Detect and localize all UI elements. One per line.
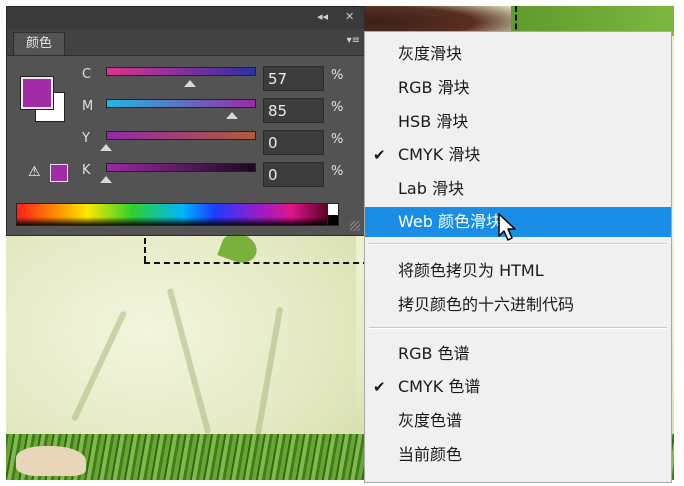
slider-thumb-magenta[interactable] <box>225 112 238 119</box>
tab-color[interactable]: 颜色 <box>13 32 65 55</box>
menu-item-rgb-slider[interactable]: RGB 滑块 <box>365 73 671 103</box>
slider-cyan[interactable] <box>106 67 256 76</box>
value-field-yellow[interactable]: 0 <box>263 130 324 155</box>
channel-label-y: Y <box>82 131 90 146</box>
menu-separator <box>369 243 667 245</box>
menu-item-label: CMYK 滑块 <box>398 145 481 164</box>
menu-item-label: RGB 滑块 <box>398 78 470 97</box>
menu-item-rgb-spectrum[interactable]: RGB 色谱 <box>365 339 671 369</box>
mouse-cursor-icon <box>498 213 516 241</box>
slider-black[interactable] <box>106 163 256 172</box>
percent-label: % <box>331 164 344 179</box>
menu-item-label: 将颜色拷贝为 HTML <box>398 261 544 280</box>
menu-item-label: RGB 色谱 <box>398 344 470 363</box>
photo-foot <box>16 446 86 476</box>
percent-label: % <box>331 132 344 147</box>
black-white-swatch[interactable] <box>327 203 339 226</box>
channel-label-m: M <box>82 99 94 114</box>
menu-item-label: Lab 滑块 <box>398 179 464 198</box>
menu-item-label: Web 颜色滑块 <box>398 212 502 231</box>
slider-magenta[interactable] <box>106 99 256 108</box>
white-swatch[interactable] <box>328 204 338 215</box>
collapse-panel-button[interactable]: ◂◂ <box>317 10 328 24</box>
menu-separator <box>369 327 667 329</box>
menu-item-cmyk-slider[interactable]: ✔ CMYK 滑块 <box>365 140 671 170</box>
menu-item-label: 拷贝颜色的十六进制代码 <box>398 295 575 314</box>
slider-yellow[interactable] <box>106 131 256 140</box>
panel-title-bar[interactable]: ◂◂ ✕ <box>7 7 364 29</box>
slider-thumb-black[interactable] <box>100 176 112 183</box>
color-spectrum-ramp[interactable] <box>16 203 337 226</box>
menu-item-grayscale-slider[interactable]: 灰度滑块 <box>365 39 671 69</box>
selection-marquee <box>144 238 146 262</box>
resize-grip-icon[interactable] <box>350 221 360 231</box>
foreground-color-swatch[interactable] <box>21 77 53 109</box>
channel-label-k: K <box>82 163 91 178</box>
slider-thumb-cyan[interactable] <box>184 80 197 87</box>
spectrum-shade <box>17 217 336 225</box>
gamut-color-swatch[interactable] <box>50 164 68 182</box>
channel-label-c: C <box>82 67 92 82</box>
value-field-magenta[interactable]: 85 <box>263 98 324 123</box>
value-field-cyan[interactable]: 57 <box>263 66 324 91</box>
menu-item-current-colors[interactable]: 当前颜色 <box>365 440 671 470</box>
panel-flyout-menu: 灰度滑块 RGB 滑块 HSB 滑块 ✔ CMYK 滑块 Lab 滑块 Web … <box>364 31 672 483</box>
menu-item-label: CMYK 色谱 <box>398 377 481 396</box>
check-icon: ✔ <box>373 378 386 396</box>
close-panel-button[interactable]: ✕ <box>345 10 354 24</box>
percent-label: % <box>331 100 344 115</box>
gamut-warning-icon[interactable]: ⚠ <box>28 164 44 180</box>
menu-item-grayscale-ramp[interactable]: 灰度色谱 <box>365 406 671 436</box>
selection-marquee <box>144 262 369 264</box>
percent-label: % <box>331 68 344 83</box>
color-panel: ◂◂ ✕ 颜色 ▾≡ C 57 % M 85 % Y 0 % K 0 % ⚠ <box>6 6 365 236</box>
menu-item-copy-as-html[interactable]: 将颜色拷贝为 HTML <box>365 256 671 286</box>
black-swatch[interactable] <box>328 214 338 225</box>
menu-item-label: 灰度滑块 <box>398 44 463 63</box>
menu-item-label: HSB 滑块 <box>398 112 469 131</box>
menu-item-lab-slider[interactable]: Lab 滑块 <box>365 174 671 204</box>
check-icon: ✔ <box>373 146 386 164</box>
panel-tab-row: 颜色 ▾≡ <box>7 29 364 56</box>
slider-thumb-yellow[interactable] <box>100 144 112 151</box>
menu-item-label: 当前颜色 <box>398 445 463 464</box>
value-field-black[interactable]: 0 <box>263 162 324 187</box>
menu-item-copy-hex-code[interactable]: 拷贝颜色的十六进制代码 <box>365 290 671 320</box>
panel-menu-icon[interactable]: ▾≡ <box>347 35 360 47</box>
menu-item-label: 灰度色谱 <box>398 411 463 430</box>
menu-item-cmyk-spectrum[interactable]: ✔ CMYK 色谱 <box>365 372 671 402</box>
menu-item-hsb-slider[interactable]: HSB 滑块 <box>365 107 671 137</box>
